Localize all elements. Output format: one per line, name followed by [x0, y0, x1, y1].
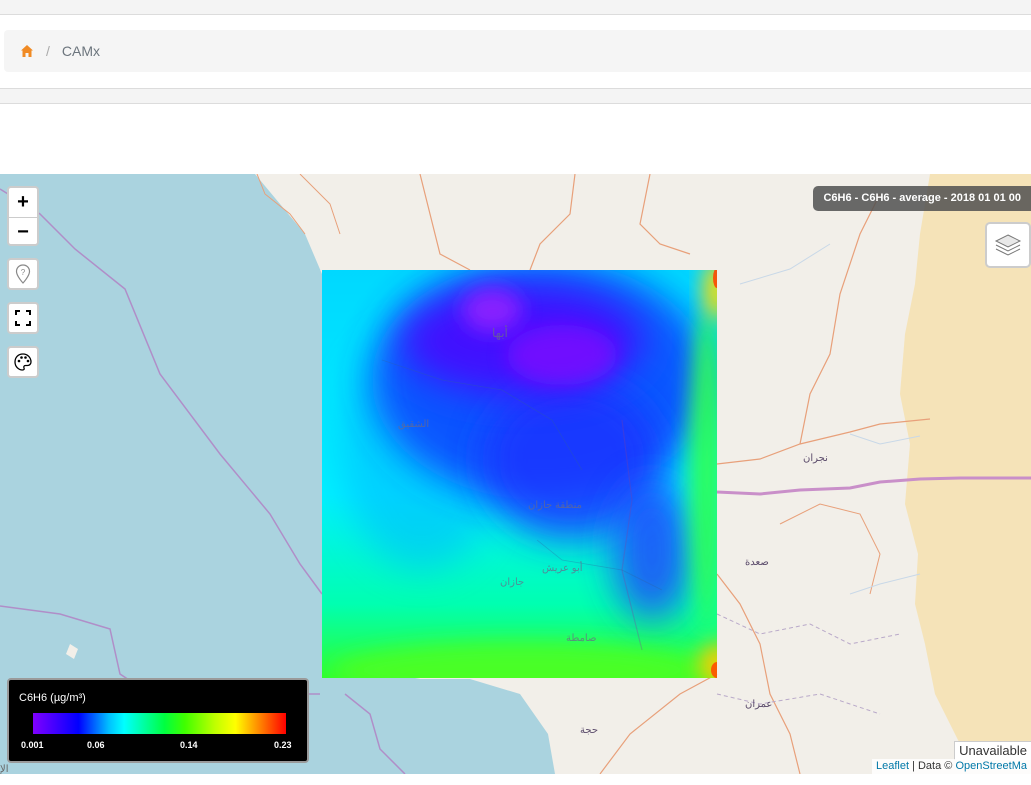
place-label-abha: أبها — [492, 326, 508, 340]
zoom-out-button[interactable]: − — [9, 218, 37, 244]
breadcrumb-separator: / — [46, 43, 50, 59]
divider-band — [0, 88, 1031, 104]
legend-tick-2: 0.06 — [87, 740, 105, 750]
legend-tick-min: 0.001 — [21, 740, 44, 750]
svg-text:?: ? — [21, 268, 26, 277]
place-label-amran: عمران — [745, 699, 773, 710]
legend-title: C6H6 (µg/m³) — [19, 692, 86, 704]
legend-tick-max: 0.23 — [274, 740, 292, 750]
breadcrumb-current: CAMx — [61, 43, 101, 59]
layer-info-label: C6H6 - C6H6 - average - 2018 01 01 00 — [813, 186, 1031, 211]
fullscreen-icon — [15, 310, 31, 326]
place-label-shuqaiq: الشقيق — [398, 419, 430, 430]
palette-button[interactable] — [7, 346, 39, 378]
place-label-hajjah: حجة — [580, 725, 598, 736]
attribution-separator: | Data © — [909, 760, 956, 772]
locate-button[interactable]: ? — [7, 258, 39, 290]
place-label-najran: نجران — [803, 453, 828, 464]
zoom-in-button[interactable]: + — [9, 188, 37, 218]
place-label-abu-arish: أبو عريش — [542, 563, 583, 574]
legend-tick-3: 0.14 — [180, 740, 198, 750]
home-icon[interactable] — [20, 44, 34, 58]
place-label-samtah: صامطة — [566, 633, 597, 644]
unavailable-notice: Unavailable — [954, 741, 1031, 760]
map-container[interactable]: أبها الشقيق نجران منطقة جازان أبو عريش ج… — [0, 174, 1031, 774]
c6h6-concentration-overlay — [322, 270, 717, 678]
layers-icon — [994, 234, 1022, 256]
breadcrumb: / CAMx — [4, 30, 1031, 72]
legend-color-bar — [33, 713, 286, 734]
color-legend: C6H6 (µg/m³) 0.001 0.06 0.14 0.23 — [7, 678, 309, 763]
top-header-strip — [0, 0, 1031, 15]
place-label-edge-fragment: الإ — [0, 764, 9, 774]
palette-icon — [14, 353, 32, 371]
place-label-saada: صعدة — [745, 557, 769, 568]
osm-link[interactable]: OpenStreetMa — [955, 760, 1027, 772]
zoom-control: + − — [7, 186, 39, 246]
place-label-jazan-region: منطقة جازان — [528, 500, 582, 511]
place-label-jazan: جازان — [500, 577, 525, 588]
layers-button[interactable] — [985, 222, 1031, 268]
fullscreen-button[interactable] — [7, 302, 39, 334]
map-attribution: Leaflet | Data © OpenStreetMa — [871, 759, 1031, 774]
locate-icon: ? — [15, 264, 31, 284]
leaflet-link[interactable]: Leaflet — [876, 760, 909, 772]
